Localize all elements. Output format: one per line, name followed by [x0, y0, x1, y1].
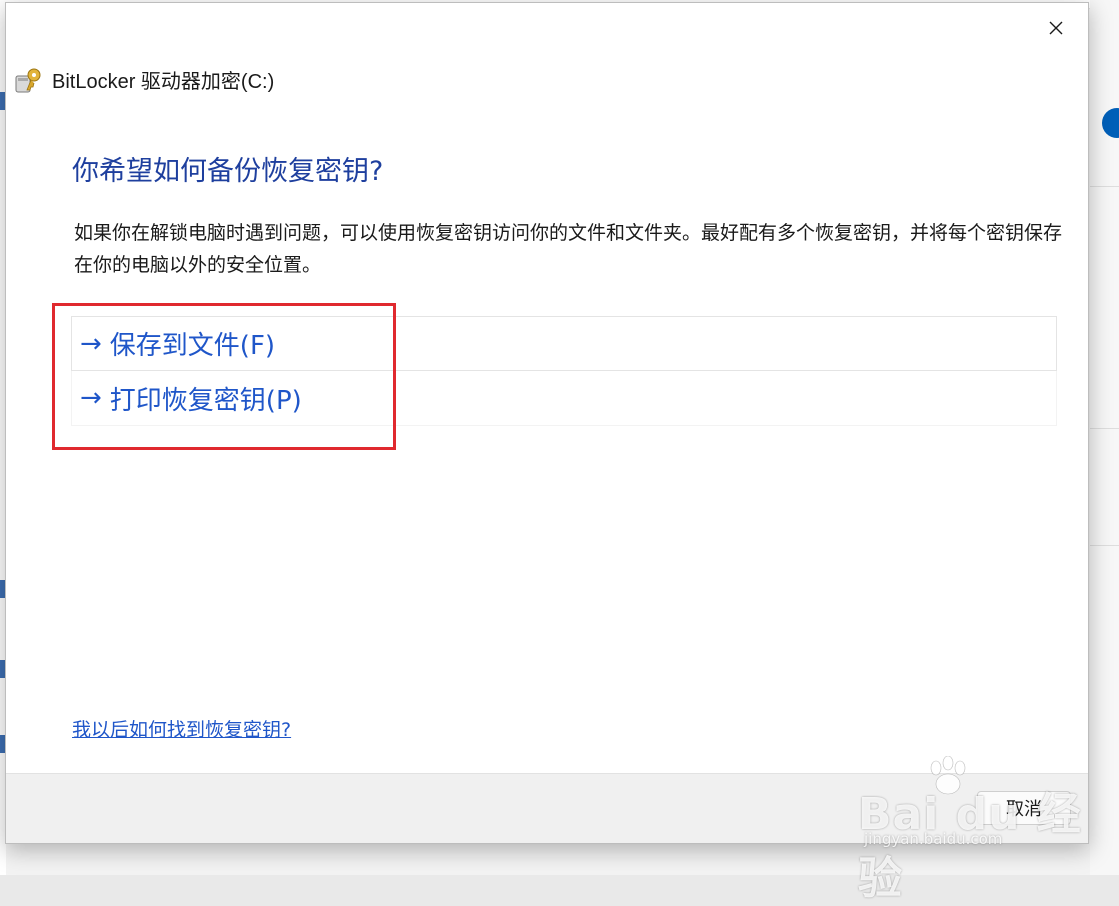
close-button[interactable]	[1038, 13, 1074, 43]
cancel-button[interactable]: 取消	[977, 791, 1071, 825]
close-icon	[1049, 21, 1063, 35]
dialog-footer: 取消	[6, 773, 1088, 843]
background-divider	[1090, 428, 1119, 429]
description-text: 如果你在解锁电脑时遇到问题，可以使用恢复密钥访问你的文件和文件夹。最好配有多个恢…	[74, 222, 1063, 276]
dialog-title: BitLocker 驱动器加密(C:)	[52, 71, 275, 93]
bitlocker-dialog: BitLocker 驱动器加密(C:) 你希望如何备份恢复密钥? 如果你在解锁电…	[5, 2, 1089, 844]
background-divider	[1090, 186, 1119, 187]
page-heading: 你希望如何备份恢复密钥?	[72, 156, 384, 187]
highlight-annotation	[52, 303, 396, 450]
help-link[interactable]: 我以后如何找到恢复密钥?	[72, 715, 291, 742]
dialog-title-row: BitLocker 驱动器加密(C:)	[14, 65, 274, 94]
bitlocker-key-icon	[15, 68, 41, 92]
background-divider	[1090, 545, 1119, 546]
